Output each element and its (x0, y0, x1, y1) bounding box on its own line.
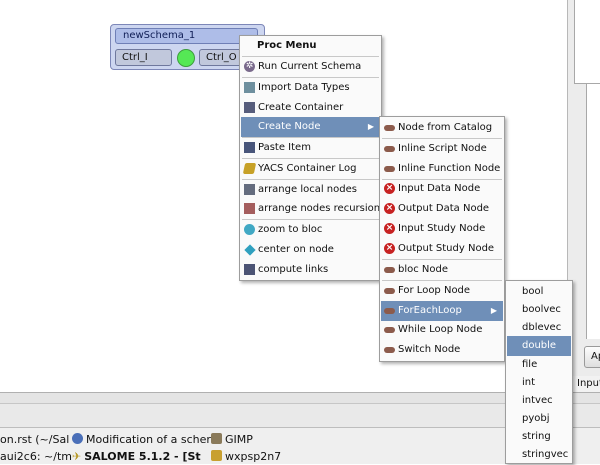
node-icon (384, 327, 395, 333)
task-salome[interactable]: ✈ SALOME 5.1.2 - [St (72, 448, 201, 465)
menu-item-for-loop-node[interactable]: For Loop Node (381, 281, 503, 301)
proc-menu: Proc Menu ✲ Run Current Schema Import Dat… (239, 35, 382, 281)
paste-icon (244, 142, 255, 153)
menu-item-paste-item[interactable]: Paste Item (241, 138, 380, 158)
menu-item-create-container[interactable]: Create Container (241, 98, 380, 118)
node-icon (384, 125, 395, 131)
menu-item-while-loop-node[interactable]: While Loop Node (381, 320, 503, 340)
container-icon (244, 102, 255, 113)
gimp-icon (211, 433, 222, 444)
menu-item-input-data-node[interactable]: × Input Data Node (381, 179, 503, 199)
menu-item-center-on-node[interactable]: center on node (241, 240, 380, 260)
task-label: aui2c6: ~/tm (0, 450, 72, 463)
menu-item-input-study-node[interactable]: × Input Study Node (381, 219, 503, 239)
task-gimp[interactable]: GIMP (211, 431, 253, 448)
schema-title[interactable]: newSchema_1 (115, 28, 258, 44)
menu-item-pyobj[interactable]: pyobj (507, 409, 571, 429)
submenu-arrow-icon: ▶ (490, 306, 497, 315)
menu-item-import-data-types[interactable]: Import Data Types (241, 78, 380, 98)
menu-item-node-from-catalog[interactable]: Node from Catalog (381, 118, 503, 138)
menu-item-zoom-to-bloc[interactable]: zoom to bloc (241, 220, 380, 240)
links-icon (244, 264, 255, 275)
menu-item-double[interactable]: double (507, 336, 571, 356)
task-label: Modification of a scher (86, 433, 211, 446)
menu-item-yacs-container-log[interactable]: YACS Container Log (241, 159, 380, 179)
node-icon (384, 267, 395, 273)
gear-icon: ✲ (244, 61, 255, 72)
menu-item-bool[interactable]: bool (507, 282, 571, 302)
create-node-submenu: Node from Catalog Inline Script Node Inl… (379, 116, 505, 362)
menu-item-dblevec[interactable]: dblevec (507, 318, 571, 338)
task-label: GIMP (225, 433, 253, 446)
menu-item-compute-links[interactable]: compute links (241, 260, 380, 280)
salome-icon: ✈ (72, 450, 82, 463)
apply-button[interactable]: Ap (584, 346, 600, 368)
error-icon: × (384, 183, 395, 194)
menu-item-string[interactable]: string (507, 427, 571, 447)
menu-item-output-data-node[interactable]: × Output Data Node (381, 199, 503, 219)
browser-icon (72, 433, 83, 444)
menu-item-stringvec[interactable]: stringvec (507, 445, 571, 465)
input-tab[interactable]: Input (572, 376, 600, 392)
zoom-icon (244, 224, 255, 235)
task-label: on.rst (~/Sal (0, 433, 70, 446)
menu-item-intvec[interactable]: intvec (507, 391, 571, 411)
proc-menu-title: Proc Menu (257, 40, 317, 51)
menu-item-output-study-node[interactable]: × Output Study Node (381, 239, 503, 259)
task-label: wxpsp2n7 (225, 450, 282, 463)
log-icon (242, 163, 257, 174)
node-icon (384, 166, 395, 172)
arrange-recursion-icon (244, 203, 255, 214)
node-icon (384, 347, 395, 353)
task-browser[interactable]: Modification of a scher (72, 431, 211, 448)
arrange-icon (244, 184, 255, 195)
ctrl-in-port[interactable]: Ctrl_I (115, 49, 172, 66)
menu-item-inline-function-node[interactable]: Inline Function Node (381, 159, 503, 179)
menu-item-inline-script-node[interactable]: Inline Script Node (381, 139, 503, 159)
right-panel-list[interactable] (586, 84, 600, 339)
foreachloop-type-submenu: bool boolvec dblevec double file int int… (505, 280, 573, 464)
menu-item-boolvec[interactable]: boolvec (507, 300, 571, 320)
menu-item-create-node[interactable]: Create Node ▶ (241, 117, 380, 137)
menu-item-int[interactable]: int (507, 373, 571, 393)
menu-item-file[interactable]: file (507, 355, 571, 375)
menu-item-switch-node[interactable]: Switch Node (381, 340, 503, 360)
menu-item-arrange-local-nodes[interactable]: arrange local nodes (241, 180, 380, 200)
error-icon: × (384, 243, 395, 254)
error-icon: × (384, 223, 395, 234)
task-image[interactable]: wxpsp2n7 (211, 448, 281, 465)
menu-item-foreachloop[interactable]: ForEachLoop ▶ (381, 301, 503, 321)
task-editor-rst[interactable]: on.rst (~/Sal (0, 431, 69, 448)
menu-item-run-current-schema[interactable]: ✲ Run Current Schema (241, 57, 380, 77)
import-icon (244, 82, 255, 93)
task-terminal[interactable]: aui2c6: ~/tm (0, 448, 72, 465)
node-icon (384, 146, 395, 152)
error-icon: × (384, 203, 395, 214)
center-icon (244, 244, 256, 256)
menu-item-arrange-nodes-recursion[interactable]: arrange nodes recursion (241, 199, 380, 219)
image-icon (211, 450, 222, 461)
node-icon (384, 308, 395, 314)
submenu-arrow-icon: ▶ (367, 122, 374, 131)
menu-item-bloc-node[interactable]: bloc Node (381, 260, 503, 280)
task-label: SALOME 5.1.2 - [St (84, 450, 201, 463)
node-icon (384, 288, 395, 294)
right-panel-field[interactable] (574, 0, 600, 84)
status-indicator (177, 49, 195, 67)
